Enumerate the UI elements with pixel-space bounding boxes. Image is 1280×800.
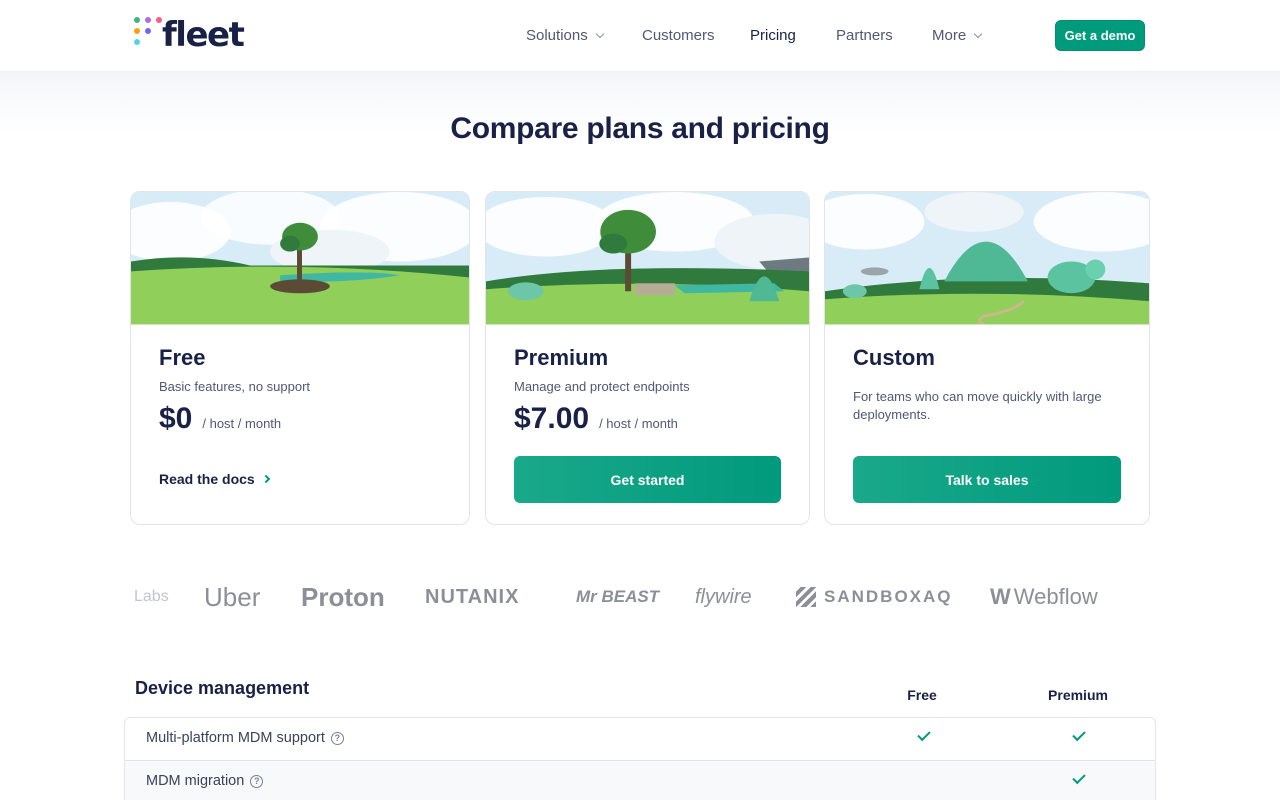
chevron-down-icon bbox=[595, 29, 604, 39]
plan-description: Manage and protect endpoints bbox=[514, 379, 690, 394]
table-row: MDM migration ? bbox=[125, 761, 1155, 800]
feature-table: Multi-platform MDM support ? MDM migrati… bbox=[124, 717, 1156, 800]
plan-name: Custom bbox=[853, 345, 935, 370]
plan-card-custom: Custom For teams who can move quickly wi… bbox=[824, 191, 1150, 525]
price-unit: / host / month bbox=[599, 416, 678, 431]
customer-logo: NUTANIX bbox=[425, 585, 520, 608]
customer-logo-sandboxaq: SANDBOXAQ bbox=[796, 575, 953, 619]
feature-label: MDM migration ? bbox=[146, 773, 264, 789]
get-started-button[interactable]: Get started bbox=[514, 456, 781, 503]
feature-name: MDM migration bbox=[146, 773, 245, 789]
logo-wordmark: fleet bbox=[162, 15, 245, 55]
nav-pricing[interactable]: Pricing bbox=[750, 24, 796, 48]
plan-description: For teams who can move quickly with larg… bbox=[853, 389, 1102, 422]
customer-logos: Labs Uber Proton NUTANIX Mr BEAST flywir… bbox=[130, 575, 1150, 619]
plan-card-free: Free Basic features, no support $0 / hos… bbox=[130, 191, 470, 525]
help-icon[interactable]: ? bbox=[250, 774, 264, 788]
plan-card-premium: Premium Manage and protect endpoints $7.… bbox=[485, 191, 810, 525]
sandboxaq-mark-icon bbox=[796, 587, 816, 607]
feature-name: Multi-platform MDM support bbox=[146, 730, 325, 746]
customer-logo: flywire bbox=[695, 585, 752, 608]
customer-logo: Labs bbox=[134, 588, 169, 605]
site-header: fleet Solutions Customers Pricing Partne… bbox=[0, 0, 1280, 72]
chevron-down-icon bbox=[973, 29, 983, 39]
chevron-right-icon bbox=[261, 474, 270, 484]
webflow-mark-icon: W bbox=[990, 584, 1011, 609]
nav-solutions-label: Solutions bbox=[526, 27, 588, 44]
nav-solutions[interactable]: Solutions bbox=[526, 24, 604, 48]
nav-customers[interactable]: Customers bbox=[642, 24, 715, 48]
read-docs-label: Read the docs bbox=[159, 471, 255, 487]
nav-partners-label: Partners bbox=[836, 27, 893, 44]
table-row: Multi-platform MDM support ? bbox=[125, 718, 1155, 761]
get-demo-button[interactable]: Get a demo bbox=[1055, 20, 1145, 51]
customer-logo: Mr BEAST bbox=[576, 587, 660, 606]
page-title: Compare plans and pricing bbox=[450, 112, 830, 145]
nav-customers-label: Customers bbox=[642, 27, 715, 44]
nav-more[interactable]: More bbox=[932, 24, 983, 48]
nav-pricing-label: Pricing bbox=[750, 27, 796, 44]
column-header-premium: Premium bbox=[1048, 687, 1108, 703]
plan-name: Premium bbox=[514, 345, 609, 370]
plan-illustration bbox=[486, 192, 809, 325]
sandboxaq-wordmark: SANDBOXAQ bbox=[824, 587, 953, 606]
nav-partners[interactable]: Partners bbox=[836, 24, 893, 48]
plan-name: Free bbox=[159, 345, 206, 370]
help-icon[interactable]: ? bbox=[330, 731, 344, 745]
customer-logo-webflow: W Webflow bbox=[990, 575, 1098, 619]
plan-price: $0 / host / month bbox=[159, 402, 281, 436]
price-unit: / host / month bbox=[202, 416, 282, 431]
plan-illustration bbox=[131, 192, 469, 325]
talk-to-sales-button[interactable]: Talk to sales bbox=[853, 456, 1121, 503]
customer-logo: Uber bbox=[204, 581, 261, 612]
webflow-wordmark: Webflow bbox=[1013, 584, 1098, 609]
plan-price: $7.00 / host / month bbox=[514, 402, 678, 436]
price-amount: $0 bbox=[159, 402, 193, 435]
check-icon bbox=[917, 727, 931, 742]
column-header-free: Free bbox=[907, 687, 937, 703]
feature-label: Multi-platform MDM support ? bbox=[146, 730, 344, 746]
section-title: Device management bbox=[135, 678, 310, 698]
check-icon bbox=[1072, 727, 1086, 742]
logo-dots-icon bbox=[134, 17, 164, 47]
customer-logo: Proton bbox=[301, 581, 385, 612]
plan-illustration bbox=[825, 192, 1149, 325]
nav-more-label: More bbox=[932, 27, 967, 44]
price-amount: $7.00 bbox=[514, 402, 590, 435]
plan-description: Basic features, no support bbox=[159, 379, 311, 394]
check-icon bbox=[1072, 770, 1086, 785]
read-docs-link[interactable]: Read the docs bbox=[159, 471, 270, 487]
